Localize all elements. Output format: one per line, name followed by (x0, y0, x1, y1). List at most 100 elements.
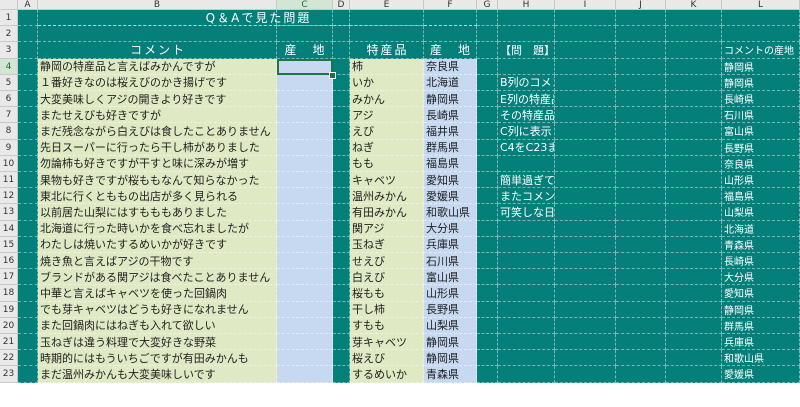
cell-l10[interactable]: 奈良県 (722, 155, 800, 172)
column-header-d[interactable]: D (333, 0, 350, 10)
cell-g7[interactable] (477, 107, 498, 124)
cell-c21[interactable] (277, 334, 333, 351)
cell-g17[interactable] (477, 269, 498, 286)
cell-j8[interactable] (616, 123, 666, 140)
cell-j11[interactable] (616, 172, 666, 189)
cell-l5[interactable]: 静岡県 (722, 74, 800, 91)
cell-c14[interactable] (277, 220, 333, 237)
cell-h10[interactable] (498, 155, 555, 172)
column-header-l[interactable]: L (722, 0, 800, 10)
cell-i5[interactable] (555, 74, 616, 91)
cell-f10[interactable]: 福島県 (424, 155, 477, 172)
cell-d7[interactable] (333, 107, 350, 124)
cell-b14[interactable]: 北海道に行った時いかを食べ忘れましたが (38, 220, 277, 237)
cell-b16[interactable]: 焼き魚と言えばアジの干物です (38, 253, 277, 270)
row-header-3[interactable]: 3 (0, 42, 18, 59)
cell-a10[interactable] (18, 155, 38, 172)
cell-b5[interactable]: １番好きなのは桜えびのかき揚げです (38, 74, 277, 91)
cell-g5[interactable] (477, 74, 498, 91)
cell-i12[interactable] (555, 188, 616, 205)
cell-k18[interactable] (666, 285, 722, 302)
cell-a7[interactable] (18, 107, 38, 124)
cell-k7[interactable] (666, 107, 722, 124)
cell-h18[interactable] (498, 285, 555, 302)
cell-k1[interactable] (666, 10, 722, 27)
cell-i4[interactable] (555, 58, 616, 75)
cell-e7[interactable]: アジ (350, 107, 424, 124)
cell-f9[interactable]: 群馬県 (424, 139, 477, 156)
row-header-2[interactable]: 2 (0, 26, 18, 43)
cell-e23[interactable]: するめいか (350, 366, 424, 383)
column-header-e[interactable]: E (350, 0, 424, 10)
cell-d21[interactable] (333, 334, 350, 351)
cell-k9[interactable] (666, 139, 722, 156)
row-header-13[interactable]: 13 (0, 204, 18, 221)
cell-d13[interactable] (333, 204, 350, 221)
cell-e18[interactable]: 桜もも (350, 285, 424, 302)
cell-a12[interactable] (18, 188, 38, 205)
cell-h14[interactable] (498, 220, 555, 237)
cell-c11[interactable] (277, 172, 333, 189)
row-header-6[interactable]: 6 (0, 91, 18, 108)
cell-c9[interactable] (277, 139, 333, 156)
cell-c19[interactable] (277, 301, 333, 318)
cell-l20[interactable]: 群馬県 (722, 317, 800, 334)
cell-k22[interactable] (666, 350, 722, 367)
cell-g11[interactable] (477, 172, 498, 189)
cell-f11[interactable]: 愛知県 (424, 172, 477, 189)
cell-l9[interactable]: 長野県 (722, 139, 800, 156)
cell-b11[interactable]: 果物も好きですが桜ももなんて知らなかった (38, 172, 277, 189)
cell-l7[interactable]: 石川県 (722, 107, 800, 124)
cell-e12[interactable]: 温州みかん (350, 188, 424, 205)
cell-d8[interactable] (333, 123, 350, 140)
cell-b9[interactable]: 先日スーパーに行ったら干し柿がありました (38, 139, 277, 156)
cell-j6[interactable] (616, 91, 666, 108)
cell-b12[interactable]: 東北に行くとももの出店が多く見られる (38, 188, 277, 205)
row-header-14[interactable]: 14 (0, 220, 18, 237)
cell-i20[interactable] (555, 317, 616, 334)
cell-b6[interactable]: 大変美味しくアジの開きより好きです (38, 91, 277, 108)
cell-h9[interactable]: C4をC23までコピー (498, 139, 555, 156)
column-header-i[interactable]: I (555, 0, 616, 10)
cell-b4[interactable]: 静岡の特産品と言えばみかんですが (38, 58, 277, 75)
column-header-a[interactable]: A (18, 0, 38, 10)
row-header-11[interactable]: 11 (0, 172, 18, 189)
cell-f22[interactable]: 静岡県 (424, 350, 477, 367)
cell-l12[interactable]: 福島県 (722, 188, 800, 205)
cell-b13[interactable]: 以前居た山梨にはすもももありました (38, 204, 277, 221)
cell-j7[interactable] (616, 107, 666, 124)
cell-k19[interactable] (666, 301, 722, 318)
cell-h13[interactable]: 可笑しな日本語ですみません (498, 204, 555, 221)
cell-l16[interactable]: 長崎県 (722, 253, 800, 270)
cell-i21[interactable] (555, 334, 616, 351)
cell-a22[interactable] (18, 350, 38, 367)
cell-e11[interactable]: キャベツ (350, 172, 424, 189)
column-header-k[interactable]: K (666, 0, 722, 10)
cell-j23[interactable] (616, 366, 666, 383)
row-header-4[interactable]: 4 (0, 58, 18, 75)
cell-g15[interactable] (477, 236, 498, 253)
cell-e22[interactable]: 桜えび (350, 350, 424, 367)
cell-j16[interactable] (616, 253, 666, 270)
cell-i11[interactable] (555, 172, 616, 189)
cell-d12[interactable] (333, 188, 350, 205)
cell-h6[interactable]: E列の特産品が含まれています (498, 91, 555, 108)
cell-a2[interactable] (18, 26, 38, 43)
cell-e9[interactable]: ねぎ (350, 139, 424, 156)
cell-k3[interactable] (666, 42, 722, 59)
cell-g9[interactable] (477, 139, 498, 156)
cell-b15[interactable]: わたしは焼いたするめいかが好きです (38, 236, 277, 253)
cell-e3[interactable]: 特産品 (350, 42, 424, 59)
cell-d19[interactable] (333, 301, 350, 318)
cell-j9[interactable] (616, 139, 666, 156)
cell-a13[interactable] (18, 204, 38, 221)
cell-i1[interactable] (555, 10, 616, 27)
cell-k4[interactable] (666, 58, 722, 75)
cell-g12[interactable] (477, 188, 498, 205)
cell-e10[interactable]: もも (350, 155, 424, 172)
cell-l14[interactable]: 北海道 (722, 220, 800, 237)
cell-k8[interactable] (666, 123, 722, 140)
cell-c15[interactable] (277, 236, 333, 253)
cell-c6[interactable] (277, 91, 333, 108)
cell-h17[interactable] (498, 269, 555, 286)
